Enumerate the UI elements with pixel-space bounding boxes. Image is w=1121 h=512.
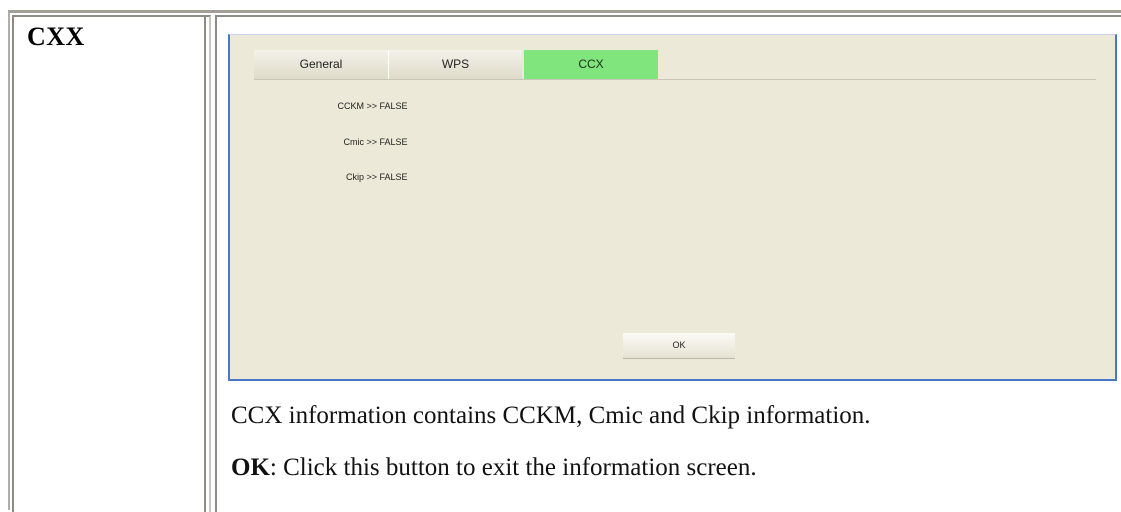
info-separator: >> (366, 137, 380, 147)
ok-button[interactable]: OK (623, 333, 735, 359)
description-line: CCX information contains CCKM, Cmic and … (231, 402, 871, 429)
info-separator: >> (366, 172, 380, 182)
info-value: FALSE (379, 172, 408, 182)
tab-wps[interactable]: WPS (388, 50, 522, 79)
cell-divider (204, 17, 206, 512)
info-label: Ckip (345, 172, 364, 182)
info-separator: >> (366, 101, 380, 111)
ok-description-line: OK: Click this button to exit the inform… (231, 454, 757, 482)
tab-ccx[interactable]: CCX (524, 50, 658, 79)
info-label: Cmic (343, 137, 365, 147)
info-value: FALSE (379, 137, 408, 147)
ok-description-text: : Click this button to exit the informat… (269, 454, 757, 481)
ccx-dialog-screenshot: General WPS CCX CCKM >> FALSE Cmic >> FA… (228, 34, 1117, 381)
info-value: FALSE (379, 101, 408, 111)
info-row-cckm: CCKM >> FALSE (312, 101, 408, 111)
tab-general[interactable]: General (254, 50, 388, 79)
info-label: CCKM (337, 101, 365, 111)
info-row-cmic: Cmic >> FALSE (312, 137, 408, 147)
ok-term: OK (231, 454, 270, 481)
tab-bar: General WPS CCX (254, 50, 1096, 80)
info-row-ckip: Ckip >> FALSE (312, 172, 408, 182)
table-cell-term (12, 15, 211, 512)
section-title: CXX (27, 22, 85, 51)
